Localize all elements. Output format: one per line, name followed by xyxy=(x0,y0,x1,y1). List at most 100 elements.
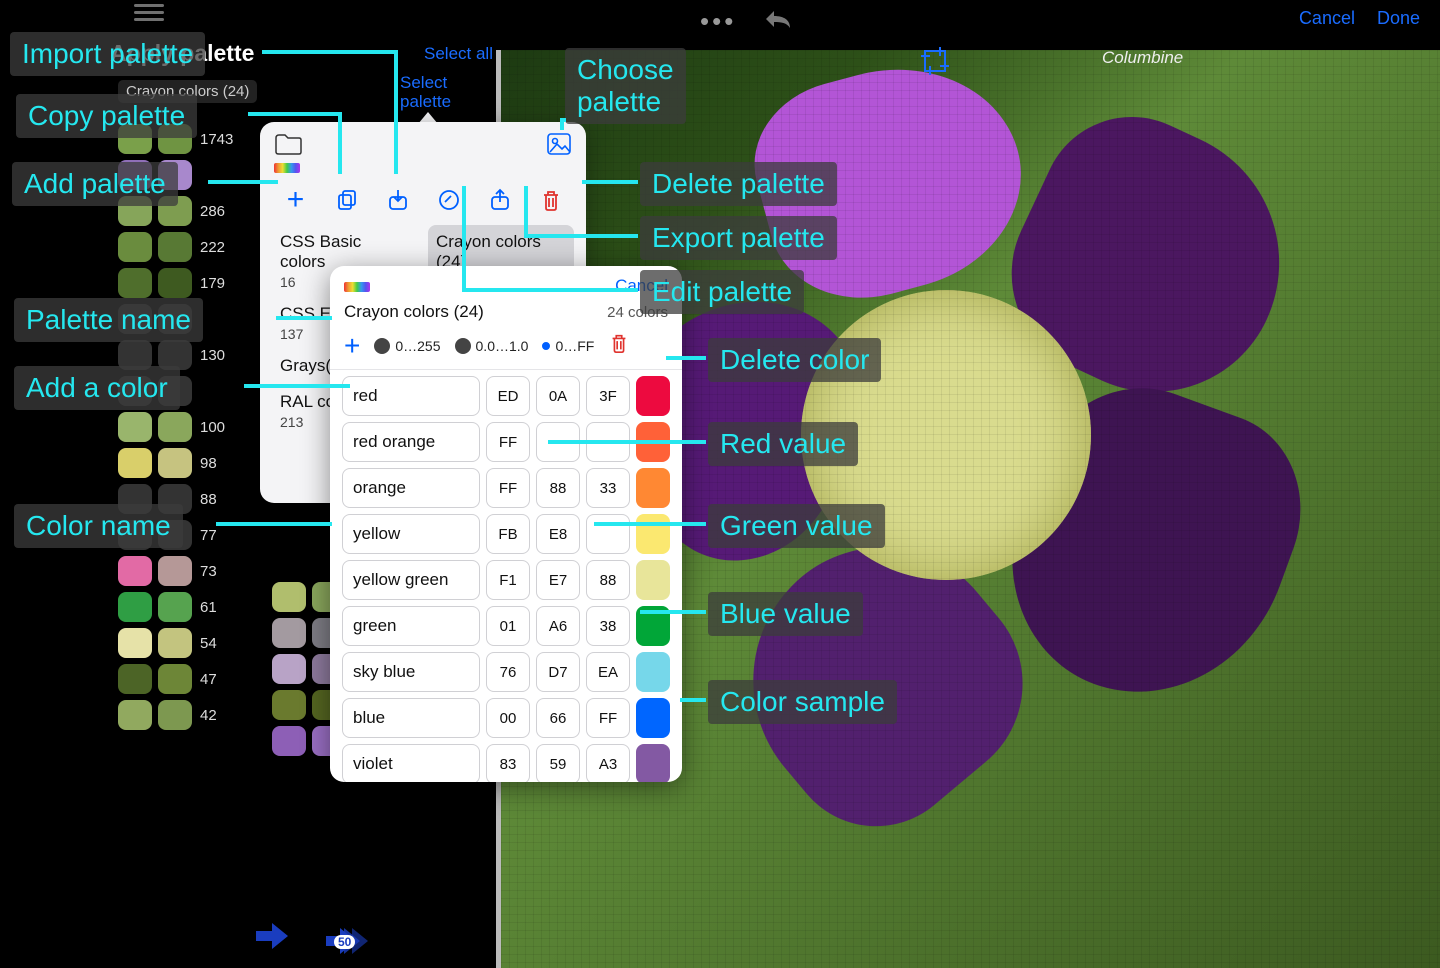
green-value-input[interactable]: D7 xyxy=(536,652,580,692)
blue-value-input[interactable]: 3F xyxy=(586,376,630,416)
swatch-row[interactable]: 73 xyxy=(118,556,258,586)
color-sample-swatch[interactable] xyxy=(636,560,670,600)
swatch-row[interactable]: 54 xyxy=(118,628,258,658)
green-value-input[interactable]: 88 xyxy=(536,468,580,508)
legend-choose-palette: Choose palette xyxy=(565,48,686,124)
blue-value-input[interactable]: FF xyxy=(586,698,630,738)
swatch-row[interactable]: 42 xyxy=(118,700,258,730)
color-sample-swatch[interactable] xyxy=(636,376,670,416)
legend-red-value: Red value xyxy=(708,422,858,466)
color-sample-swatch[interactable] xyxy=(636,468,670,508)
color-sample-swatch[interactable] xyxy=(636,652,670,692)
swatch-row[interactable]: 222 xyxy=(118,232,258,262)
color-name-input[interactable]: sky blue xyxy=(342,652,480,692)
legend-blue-value: Blue value xyxy=(708,592,863,636)
color-name-input[interactable]: red xyxy=(342,376,480,416)
color-name-input[interactable]: orange xyxy=(342,468,480,508)
green-value-input[interactable]: E7 xyxy=(536,560,580,600)
swatch[interactable] xyxy=(272,726,306,756)
legend-green-value: Green value xyxy=(708,504,885,548)
swatch-row[interactable]: 47 xyxy=(118,664,258,694)
palette-name-field[interactable]: Crayon colors (24) xyxy=(344,302,484,322)
select-palette-button[interactable]: Select palette xyxy=(400,74,451,111)
swatch[interactable] xyxy=(272,690,306,720)
color-row: orangeFF8833 xyxy=(342,468,670,508)
green-value-input[interactable]: 0A xyxy=(536,376,580,416)
add-palette-button[interactable]: + xyxy=(281,185,311,215)
swatch-row[interactable]: 100 xyxy=(118,412,258,442)
edit-palette-button[interactable] xyxy=(434,185,464,215)
blue-value-input[interactable]: A3 xyxy=(586,744,630,782)
crop-icon[interactable] xyxy=(920,46,950,81)
legend-color-sample: Color sample xyxy=(708,680,897,724)
color-name-input[interactable]: red orange xyxy=(342,422,480,462)
red-value-input[interactable]: 83 xyxy=(486,744,530,782)
color-row: redED0A3F xyxy=(342,376,670,416)
red-value-input[interactable]: F1 xyxy=(486,560,530,600)
delete-color-button[interactable] xyxy=(608,332,630,359)
red-value-input[interactable]: ED xyxy=(486,376,530,416)
blue-value-input[interactable]: EA xyxy=(586,652,630,692)
color-row: violet8359A3 xyxy=(342,744,670,782)
green-value-input[interactable]: 66 xyxy=(536,698,580,738)
red-value-input[interactable]: 76 xyxy=(486,652,530,692)
range-0-255[interactable]: 0…255 xyxy=(374,338,440,354)
color-sample-swatch[interactable] xyxy=(636,698,670,738)
red-value-input[interactable]: FF xyxy=(486,422,530,462)
legend-copy-palette: Copy palette xyxy=(16,94,197,138)
swatch[interactable] xyxy=(272,654,306,684)
color-usage-list: 17432862221791301009888777361544742 xyxy=(118,124,258,730)
import-palette-button[interactable] xyxy=(383,185,413,215)
rainbow-icon xyxy=(344,282,370,292)
blue-value-input[interactable]: 33 xyxy=(586,468,630,508)
color-sample-swatch[interactable] xyxy=(636,744,670,782)
add-color-button[interactable]: + xyxy=(344,334,360,358)
cancel-button[interactable]: Cancel xyxy=(1299,8,1355,29)
green-value-input[interactable]: 59 xyxy=(536,744,580,782)
red-value-input[interactable]: FB xyxy=(486,514,530,554)
color-sample-swatch[interactable] xyxy=(636,514,670,554)
color-name-input[interactable]: yellow xyxy=(342,514,480,554)
color-row: green01A638 xyxy=(342,606,670,646)
more-icon[interactable]: ••• xyxy=(700,6,736,37)
copy-palette-button[interactable] xyxy=(332,185,362,215)
color-name-input[interactable]: violet xyxy=(342,744,480,782)
legend-delete-color: Delete color xyxy=(708,338,881,382)
folder-icon[interactable] xyxy=(274,132,302,173)
blue-value-input[interactable]: 38 xyxy=(586,606,630,646)
range-0-ff[interactable]: 0…FF xyxy=(542,338,594,354)
red-value-input[interactable]: 01 xyxy=(486,606,530,646)
legend-add-palette: Add palette xyxy=(12,162,178,206)
color-name-input[interactable]: green xyxy=(342,606,480,646)
color-name-input[interactable]: yellow green xyxy=(342,560,480,600)
legend-import-palette: Import palette xyxy=(10,32,205,76)
legend-add-a-color: Add a color xyxy=(14,366,180,410)
select-all-button[interactable]: Select all xyxy=(424,44,493,64)
blue-value-input[interactable] xyxy=(586,514,630,554)
multi-step-count: 50 xyxy=(334,935,355,949)
swatch-row[interactable]: 61 xyxy=(118,592,258,622)
green-value-input[interactable]: E8 xyxy=(536,514,580,554)
swatch[interactable] xyxy=(272,618,306,648)
legend-color-name: Color name xyxy=(14,504,183,548)
hamburger-menu-icon[interactable] xyxy=(134,4,164,21)
swatch-row[interactable]: 179 xyxy=(118,268,258,298)
color-name-input[interactable]: blue xyxy=(342,698,480,738)
step-arrow-icon[interactable] xyxy=(254,921,290,956)
swatch-row[interactable]: 98 xyxy=(118,448,258,478)
green-value-input[interactable]: A6 xyxy=(536,606,580,646)
range-0-1[interactable]: 0.0…1.0 xyxy=(455,338,529,354)
red-value-input[interactable]: FF xyxy=(486,468,530,508)
rainbow-icon xyxy=(274,163,300,173)
swatch[interactable] xyxy=(272,582,306,612)
done-button[interactable]: Done xyxy=(1377,8,1420,29)
delete-palette-button[interactable] xyxy=(536,185,566,215)
red-value-input[interactable]: 00 xyxy=(486,698,530,738)
image-picker-icon[interactable] xyxy=(546,132,572,173)
export-palette-button[interactable] xyxy=(485,185,515,215)
multi-step-arrow-icon[interactable]: 50 xyxy=(326,926,374,956)
undo-button[interactable] xyxy=(760,6,794,37)
legend-edit-palette: Edit palette xyxy=(640,270,804,314)
color-row: blue0066FF xyxy=(342,698,670,738)
blue-value-input[interactable]: 88 xyxy=(586,560,630,600)
